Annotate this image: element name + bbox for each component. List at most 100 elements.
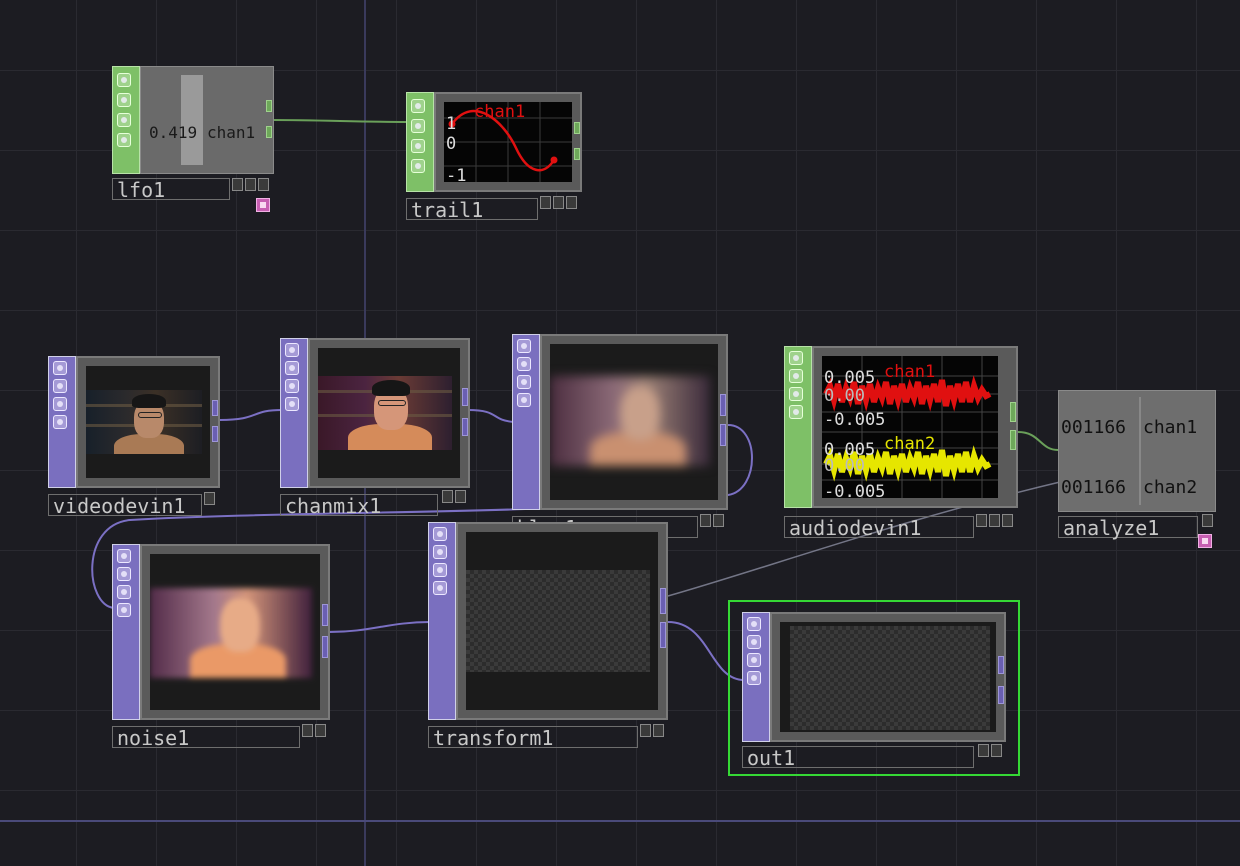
trail1-name[interactable]: trail1 [406,198,538,221]
bypass-icon[interactable] [117,567,131,581]
transform1-output-port[interactable] [660,588,666,614]
audiodevin1-name[interactable]: audiodevin1 [784,516,974,539]
chanmix1-output-port[interactable] [462,388,468,406]
lock-icon[interactable] [789,387,803,401]
cook-icon[interactable] [411,159,425,173]
cook-icon[interactable] [53,415,67,429]
display-flag-icon[interactable] [540,196,551,209]
bypass-icon[interactable] [53,379,67,393]
lock-icon[interactable] [285,379,299,393]
node-blur1[interactable]: blur1 [512,334,728,540]
viewer-toggle-icon[interactable] [285,343,299,357]
node-videodevin1[interactable]: videodevin1 [48,356,226,517]
trail1-output-port[interactable] [574,122,580,134]
lock-icon[interactable] [517,375,531,389]
videodevin1-side-strip [48,356,76,488]
viewer-toggle-icon[interactable] [433,527,447,541]
out1-name[interactable]: out1 [742,746,974,769]
bypass-icon[interactable] [411,119,425,133]
node-out1[interactable]: out1 [742,612,1012,772]
display-flag-icon[interactable] [442,490,453,503]
videodevin1-output-port-2[interactable] [212,426,218,442]
lfo1-name[interactable]: lfo1 [112,178,230,201]
cook-icon[interactable] [117,603,131,617]
display-flag-icon[interactable] [640,724,651,737]
audiodevin1-output-port-2[interactable] [1010,430,1016,450]
display-flag-icon[interactable] [1202,514,1213,527]
out1-image [790,626,990,730]
viewer-toggle-icon[interactable] [411,99,425,113]
viewer-toggle-icon[interactable] [517,339,531,353]
noise1-name[interactable]: noise1 [112,726,300,749]
viewer-toggle-icon[interactable] [117,73,131,87]
chanmix1-output-port-2[interactable] [462,418,468,436]
noise1-output-port-2[interactable] [322,636,328,658]
render-flag-icon[interactable] [991,744,1002,757]
lock-icon[interactable] [433,563,447,577]
cook-icon[interactable] [747,671,761,685]
cook-indicator-icon[interactable] [256,198,270,212]
lock-icon[interactable] [411,139,425,153]
render-flag-icon[interactable] [989,514,1000,527]
display-flag-icon[interactable] [302,724,313,737]
node-audiodevin1[interactable]: chan1 0.005 0.00 -0.005 chan2 0.005 0.00… [784,346,1020,539]
bypass-icon[interactable] [747,635,761,649]
viewer-toggle-icon[interactable] [53,361,67,375]
display-flag-icon[interactable] [232,178,243,191]
lock-icon[interactable] [53,397,67,411]
render-flag-icon[interactable] [245,178,256,191]
bypass-icon[interactable] [285,361,299,375]
noise1-output-port[interactable] [322,604,328,626]
bypass-icon[interactable] [433,545,447,559]
viewer-toggle-icon[interactable] [747,617,761,631]
lfo1-output-port-2[interactable] [266,126,272,138]
blur1-output-port-2[interactable] [720,424,726,446]
out1-output-port-2[interactable] [998,686,1004,704]
viewer-toggle-icon[interactable] [117,549,131,563]
lock-icon[interactable] [747,653,761,667]
videodevin1-name[interactable]: videodevin1 [48,494,202,517]
cook-icon[interactable] [117,133,131,147]
display-flag-icon[interactable] [976,514,987,527]
node-trail1[interactable]: chan1 1 0 -1 trail1 [406,92,582,224]
render-flag-icon[interactable] [553,196,564,209]
cook-icon[interactable] [517,393,531,407]
lock-icon[interactable] [117,585,131,599]
display-flag-icon[interactable] [978,744,989,757]
lock-flag-icon[interactable] [258,178,269,191]
lfo1-flags [232,178,269,193]
node-analyze1[interactable]: 001166 chan1 001166 chan2 analyze1 [1058,390,1218,550]
render-flag-icon[interactable] [713,514,724,527]
viewer-toggle-icon[interactable] [789,351,803,365]
node-noise1[interactable]: noise1 [112,544,332,750]
cook-icon[interactable] [789,405,803,419]
bypass-icon[interactable] [517,357,531,371]
node-chanmix1[interactable]: chanmix1 [280,338,470,517]
transform1-name[interactable]: transform1 [428,726,638,749]
blur1-output-port[interactable] [720,394,726,416]
out1-output-port[interactable] [998,656,1004,674]
render-flag-icon[interactable] [455,490,466,503]
trail1-output-port-2[interactable] [574,148,580,160]
render-flag-icon[interactable] [653,724,664,737]
display-flag-icon[interactable] [700,514,711,527]
display-flag-icon[interactable] [204,492,215,505]
analyze1-name[interactable]: analyze1 [1058,516,1198,539]
node-lfo1[interactable]: 0.419 chan1 lfo1 [112,66,274,216]
bypass-icon[interactable] [117,93,131,107]
cook-indicator-icon[interactable] [1198,534,1212,548]
lock-flag-icon[interactable] [1002,514,1013,527]
lock-icon[interactable] [117,113,131,127]
render-flag-icon[interactable] [315,724,326,737]
transform1-output-port-2[interactable] [660,622,666,648]
cook-icon[interactable] [433,581,447,595]
chanmix1-name[interactable]: chanmix1 [280,494,438,517]
bypass-icon[interactable] [789,369,803,383]
cook-icon[interactable] [285,397,299,411]
videodevin1-output-port[interactable] [212,400,218,416]
audiodevin1-output-port[interactable] [1010,402,1016,422]
lock-flag-icon[interactable] [566,196,577,209]
trail1-graph: chan1 1 0 -1 [444,102,572,182]
node-transform1[interactable]: transform1 [428,522,670,750]
lfo1-output-port[interactable] [266,100,272,112]
